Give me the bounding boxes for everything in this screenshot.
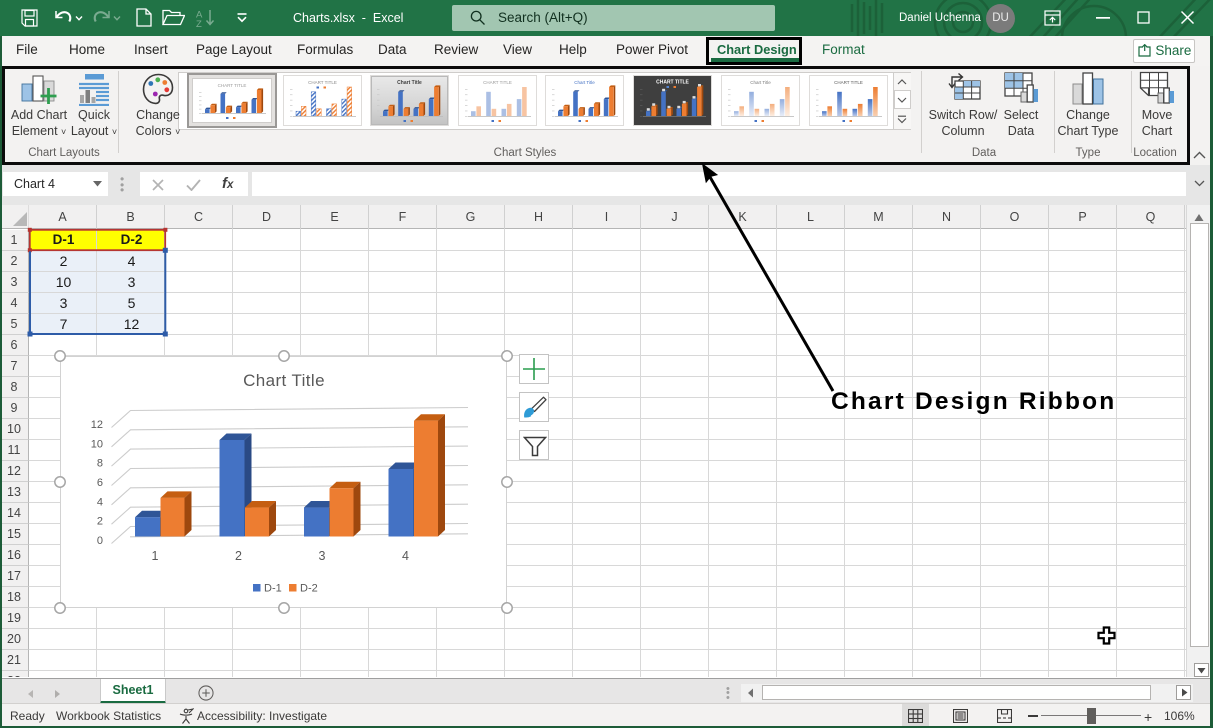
svg-text:Z: Z — [196, 19, 202, 28]
